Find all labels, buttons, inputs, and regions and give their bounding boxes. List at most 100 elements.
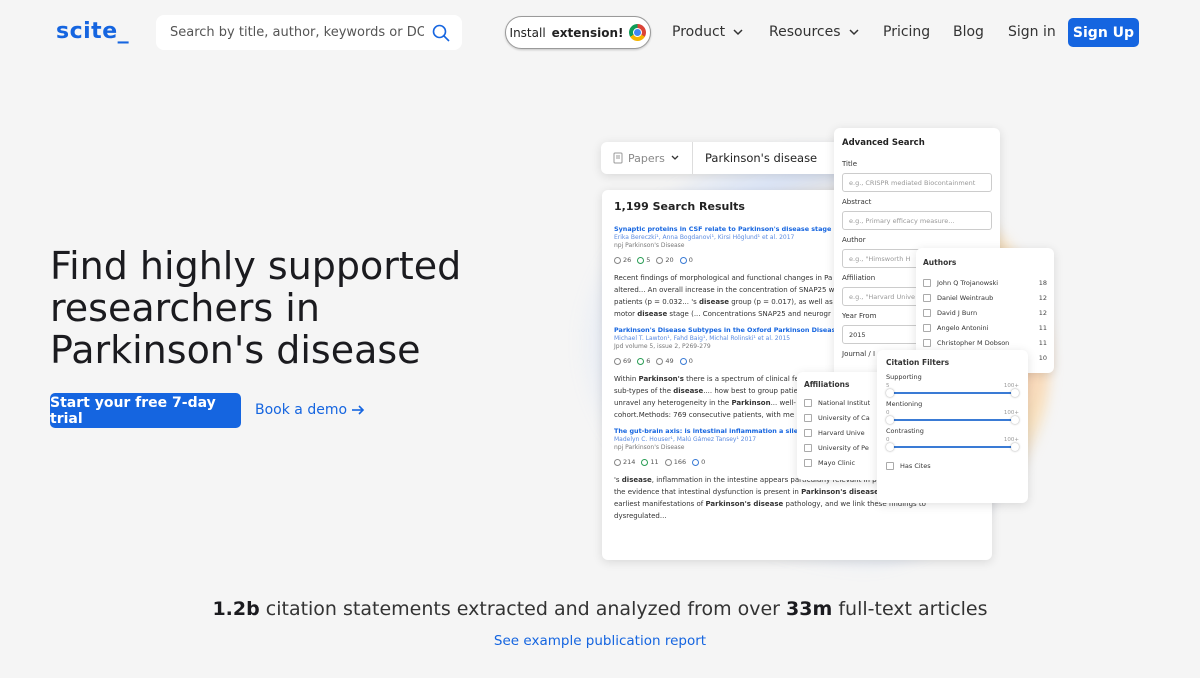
author-count: 12 [1038, 308, 1047, 317]
field-label: Author [842, 236, 866, 244]
filter-label: Mentioning [886, 400, 923, 408]
chevron-down-icon [671, 155, 679, 160]
stats-line: 1.2b citation statements extracted and a… [0, 598, 1200, 620]
range-labels: 0 100+ [886, 410, 1019, 416]
metric-value: 20 [665, 256, 674, 264]
metric-value: 166 [673, 458, 687, 466]
stat-text-2: full-text articles [838, 598, 988, 620]
checkbox [804, 398, 812, 407]
field-input: e.g., CRISPR mediated Biocontainment [842, 173, 992, 192]
nav-resources[interactable]: Resources [769, 24, 861, 40]
metric-total: 214 [614, 458, 635, 466]
author-row: Christopher M Dobson 11 [923, 335, 1047, 350]
supporting-icon [637, 357, 645, 365]
range-slider [886, 443, 1019, 451]
affiliation-name: National Institut [818, 398, 871, 407]
affiliation-row: University of Ca [804, 410, 883, 425]
metric-value: 11 [650, 458, 659, 466]
nav-product-label: Product [672, 24, 726, 40]
nav-signin[interactable]: Sign in [1008, 24, 1056, 40]
supporting-icon [637, 256, 645, 264]
install-label: Install [509, 25, 546, 40]
affiliation-name: University of Ca [818, 413, 870, 422]
authors-title: Authors [923, 258, 957, 267]
sign-up-button[interactable]: Sign Up [1068, 18, 1139, 47]
field-input: e.g., Primary efficacy measure... [842, 211, 992, 230]
author-row: Daniel Weintraub 12 [923, 290, 1047, 305]
nav-product[interactable]: Product [672, 24, 745, 40]
range-slider [886, 389, 1019, 397]
metric-value: 6 [646, 357, 651, 365]
affiliation-row: Harvard Unive [804, 425, 883, 440]
advanced-search-title: Advanced Search [842, 138, 925, 148]
author-name: John Q Trojanowski [937, 278, 999, 287]
range-slider [886, 416, 1019, 424]
start-trial-button[interactable]: Start your free 7-day trial [50, 393, 241, 428]
stat-articles: 33m [786, 598, 833, 620]
supporting-icon [641, 458, 649, 466]
range-labels: 5 100+ [886, 383, 1019, 389]
affiliation-name: Harvard Unive [818, 428, 865, 437]
hero-headline: Find highly supported researchers in Par… [50, 244, 462, 372]
extension-label: extension! [551, 25, 624, 40]
checkbox [886, 461, 894, 470]
search-input[interactable] [170, 25, 424, 40]
metric-value: 0 [701, 458, 706, 466]
author-name: David J Burn [937, 308, 978, 317]
range-max: 100+ [1003, 410, 1019, 416]
author-name: Daniel Weintraub [937, 293, 994, 302]
mentioning-icon [656, 357, 664, 365]
chevron-down-icon [848, 29, 859, 36]
nav-resources-label: Resources [769, 24, 841, 40]
nav-pricing[interactable]: Pricing [883, 24, 930, 40]
checkbox [923, 308, 931, 317]
author-row: John Q Trojanowski 18 [923, 275, 1047, 290]
mockup-search-bar: Papers Parkinson's disease [601, 142, 841, 174]
contrasting-icon [679, 256, 687, 264]
metric-value: 69 [623, 357, 632, 365]
metric-value: 0 [688, 256, 693, 264]
nav-blog[interactable]: Blog [953, 24, 984, 40]
author-count: 11 [1038, 323, 1047, 332]
affiliations-title: Affiliations [804, 380, 850, 389]
range-max: 100+ [1003, 383, 1019, 389]
arrow-right-icon [352, 405, 365, 415]
metric-total: 26 [614, 256, 631, 264]
example-report-link[interactable]: See example publication report [0, 633, 1200, 649]
checkbox [804, 443, 812, 452]
contrasting-icon [679, 357, 687, 365]
author-count: 18 [1038, 278, 1047, 287]
author-count: 12 [1038, 293, 1047, 302]
affiliation-row: Mayo Clinic [804, 455, 883, 470]
metric-supporting: 5 [637, 256, 650, 264]
scite-logo[interactable]: scite_ [56, 19, 129, 44]
book-demo-link[interactable]: Book a demo [255, 402, 365, 418]
metric-contrasting: 0 [679, 256, 693, 264]
affiliation-name: University of Pe [818, 443, 869, 452]
author-count: 11 [1038, 338, 1047, 347]
author-row: Angelo Antonini 11 [923, 320, 1047, 335]
author-row: David J Burn 12 [923, 305, 1047, 320]
checkbox [804, 458, 812, 467]
metric-value: 26 [623, 256, 632, 264]
author-count: 10 [1038, 353, 1047, 362]
affiliation-name: Mayo Clinic [818, 458, 856, 467]
metric-value: 5 [646, 256, 651, 264]
checkbox [923, 293, 931, 302]
mockup-query: Parkinson's disease [705, 151, 818, 165]
search-box[interactable] [156, 15, 462, 50]
mentioning-icon [656, 256, 664, 264]
book-demo-label: Book a demo [255, 402, 348, 418]
chevron-down-icon [733, 29, 743, 36]
contrasting-icon [692, 458, 700, 466]
has-cites-row: Has Cites [886, 458, 1019, 473]
citation-filters-title: Citation Filters [886, 358, 950, 367]
install-extension-button[interactable]: Install extension! [505, 16, 651, 49]
range-max: 100+ [1003, 437, 1019, 443]
range-labels: 0 100+ [886, 437, 1019, 443]
metric-value: 0 [688, 357, 693, 365]
mockup-type-label: Papers [628, 151, 665, 165]
search-icon[interactable] [432, 24, 450, 42]
affiliation-row: University of Pe [804, 440, 883, 455]
metric-mentioning: 20 [656, 256, 674, 264]
